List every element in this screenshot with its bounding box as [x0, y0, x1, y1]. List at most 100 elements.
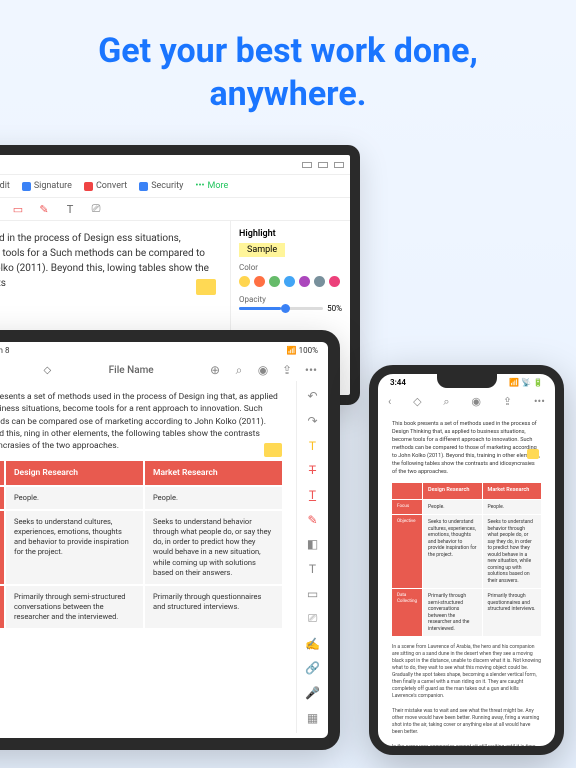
ribbon-convert[interactable]: Convert — [84, 181, 127, 191]
table-cell: Primarily through semi-structured conver… — [6, 586, 143, 628]
ribbon: Page Edit Signature Convert Security •••… — [0, 175, 350, 198]
color-grey[interactable] — [314, 276, 325, 287]
redo-icon[interactable]: ↷ — [305, 414, 321, 429]
view-icon[interactable]: ◉ — [471, 395, 481, 409]
ribbon-signature[interactable]: Signature — [22, 181, 72, 191]
box-tool-icon[interactable]: ▭ — [12, 203, 24, 215]
phone-document[interactable]: This book presents a set of methods used… — [378, 413, 555, 755]
table-label: Focus — [392, 500, 422, 515]
status-time: 3:44 — [390, 378, 406, 387]
table-cell: Primarily through semi-structured conver… — [423, 589, 482, 636]
eraser-icon[interactable]: ◧ — [305, 537, 321, 552]
link-icon[interactable]: 🔗 — [305, 661, 321, 676]
signature-icon[interactable]: ✍ — [305, 636, 321, 651]
phone-device: 3:44 📶 📡 🔋 ‹ ◇ ⌕ ◉ ⇪ ••• This book prese… — [369, 365, 564, 755]
back-icon[interactable]: ‹ — [388, 395, 391, 409]
sticky-note-icon[interactable] — [196, 279, 216, 295]
table-cell: People. — [423, 500, 482, 515]
table-row-label — [0, 511, 4, 584]
color-orange[interactable] — [254, 276, 265, 287]
sticky-note-icon[interactable] — [527, 449, 539, 459]
notch — [437, 374, 497, 388]
tablet-status-bar: Wed Jun 8 📶 100% — [0, 342, 328, 359]
ribbon-security[interactable]: Security — [139, 181, 183, 191]
table-cell: Seeks to understand cultures, experience… — [6, 511, 143, 584]
pen-tool-icon[interactable]: ✎ — [38, 203, 50, 215]
convert-icon — [84, 182, 93, 191]
status-signal: 📶 100% — [287, 346, 318, 355]
highlight-icon[interactable]: T — [305, 438, 321, 453]
share-icon[interactable]: ⇪ — [503, 395, 512, 409]
tablet-sidebar: ↶ ↷ T T T ✎ ◧ T ▭ ⎚ ✍ 🔗 🎤 ▦ — [296, 381, 328, 733]
status-icons: 📶 📡 🔋 — [509, 378, 543, 387]
add-page-icon[interactable]: ⊕ — [208, 363, 222, 377]
table-cell: Seeks to understand behavior through wha… — [483, 515, 542, 588]
pen-icon[interactable]: ✎ — [305, 512, 321, 527]
search-icon[interactable]: ⌕ — [443, 395, 449, 409]
ribbon-more[interactable]: ••• More — [195, 181, 228, 191]
table-header-blank — [392, 483, 422, 499]
comparison-table: Design Research Market Research People. … — [0, 461, 282, 629]
color-yellow[interactable] — [239, 276, 250, 287]
search-icon[interactable]: ⌕ — [232, 363, 246, 377]
maximize-icon[interactable] — [318, 162, 328, 168]
color-green[interactable] — [269, 276, 280, 287]
bookmark-icon[interactable]: ◇ — [413, 395, 421, 409]
table-cell: People. — [483, 500, 542, 515]
text-tool2-icon[interactable]: T — [64, 203, 76, 215]
tablet-header: ‹ ◇ File Name ⊕ ⌕ ◉ ⇪ ••• — [0, 359, 328, 381]
table-label: Objective — [392, 515, 422, 588]
image-icon[interactable]: ▦ — [305, 710, 321, 725]
stamp-tool-icon[interactable]: ⎚ — [90, 203, 102, 215]
phone-table: Design Research Market Research Focus Pe… — [392, 483, 541, 636]
sample-chip: Sample — [239, 243, 285, 257]
color-pink[interactable] — [329, 276, 340, 287]
table-label: Data Collecting — [392, 589, 422, 636]
more-icon[interactable]: ••• — [304, 363, 318, 377]
table-row-label: g — [0, 586, 4, 628]
strikethrough-icon[interactable]: T — [305, 463, 321, 478]
table-header-blank — [0, 461, 4, 485]
underline-icon[interactable]: T — [305, 488, 321, 503]
body-paragraph: In a scene from Lawrence of Arabia, the … — [392, 644, 541, 700]
status-date: Wed Jun 8 — [0, 346, 9, 355]
tablet-device: Wed Jun 8 📶 100% ‹ ◇ File Name ⊕ ⌕ ◉ ⇪ •… — [0, 330, 340, 750]
minimize-icon[interactable] — [302, 162, 312, 168]
table-cell: Primarily through questionnaires and str… — [145, 586, 282, 628]
table-row-label — [0, 487, 4, 509]
opacity-slider[interactable] — [239, 307, 323, 310]
window-chrome — [0, 155, 350, 175]
mic-icon[interactable]: 🎤 — [305, 686, 321, 701]
table-cell: People. — [145, 487, 282, 509]
file-title: File Name — [109, 365, 154, 376]
more-icon[interactable]: ••• — [534, 395, 545, 409]
table-header-market: Market Research — [145, 461, 282, 485]
headline: Get your best work done, anywhere. — [0, 0, 576, 135]
color-blue[interactable] — [284, 276, 295, 287]
bookmark-icon[interactable]: ◇ — [40, 363, 54, 377]
color-swatches — [239, 276, 342, 287]
stamp-icon[interactable]: ⎚ — [305, 611, 321, 626]
color-purple[interactable] — [299, 276, 310, 287]
table-cell: Seeks to understand cultures, experience… — [423, 515, 482, 588]
opacity-label: Opacity — [239, 295, 342, 304]
table-cell: Primarily through questionnaires and str… — [483, 589, 542, 636]
table-header-design: Design Research — [6, 461, 143, 485]
table-cell: Seeks to understand behavior through wha… — [145, 511, 282, 584]
table-header: Design Research — [423, 483, 482, 499]
ribbon-page-edit[interactable]: Page Edit — [0, 181, 10, 191]
share-icon[interactable]: ⇪ — [280, 363, 294, 377]
text-icon[interactable]: T — [305, 562, 321, 577]
undo-icon[interactable]: ↶ — [305, 389, 321, 404]
shield-icon — [139, 182, 148, 191]
body-paragraph: In the same way, companies cannot sit st… — [392, 744, 541, 755]
sticky-note-icon[interactable] — [264, 443, 282, 457]
table-header: Market Research — [483, 483, 542, 499]
phone-header: ‹ ◇ ⌕ ◉ ⇪ ••• — [378, 391, 555, 413]
body-paragraph: Their mistake was to wait and see what t… — [392, 708, 541, 736]
note-icon[interactable]: ▭ — [305, 587, 321, 602]
close-icon[interactable] — [334, 162, 344, 168]
tablet-document[interactable]: ook presents a set of methods used in th… — [0, 381, 296, 733]
table-cell: People. — [6, 487, 143, 509]
view-icon[interactable]: ◉ — [256, 363, 270, 377]
